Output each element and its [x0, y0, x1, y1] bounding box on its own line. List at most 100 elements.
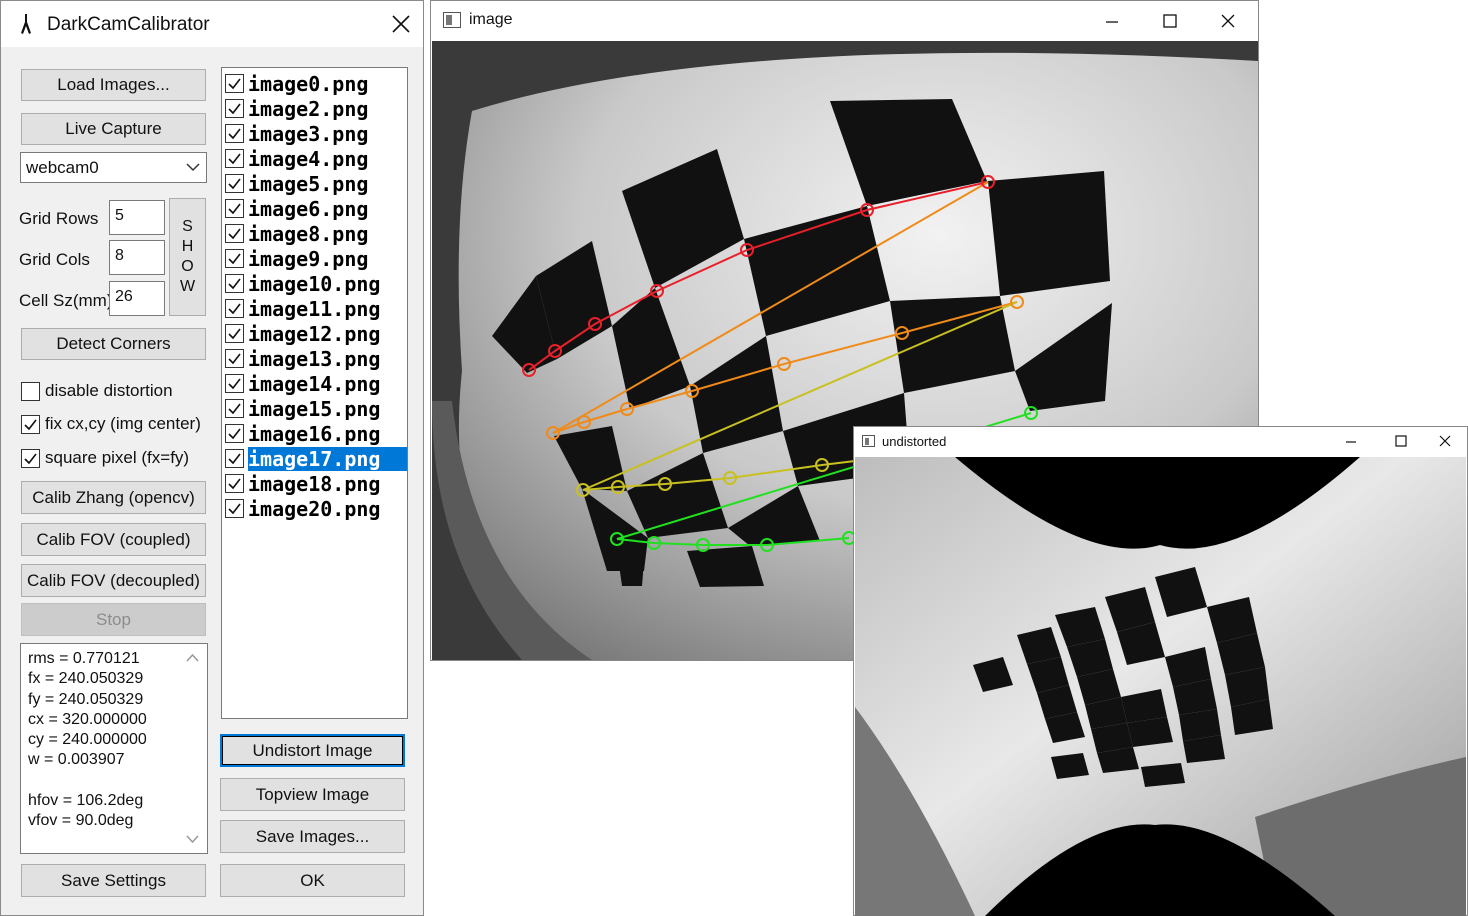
- file-list-item[interactable]: image11.png: [225, 296, 407, 321]
- checkbox-checked[interactable]: [225, 349, 244, 368]
- file-list-item[interactable]: image0.png: [225, 71, 407, 96]
- file-name: image9.png: [248, 246, 369, 271]
- minimize-icon[interactable]: [1344, 434, 1358, 448]
- calib-zhang-button[interactable]: Calib Zhang (opencv): [21, 481, 206, 514]
- file-list-item[interactable]: image15.png: [225, 396, 407, 421]
- file-list-item[interactable]: image6.png: [225, 196, 407, 221]
- checkmark-icon: [228, 503, 241, 515]
- results-scrollbar[interactable]: [179, 644, 207, 853]
- checkbox-checked[interactable]: [225, 424, 244, 443]
- square-pixel-checkbox[interactable]: square pixel (fx=fy): [21, 448, 189, 468]
- file-list-item[interactable]: image20.png: [225, 496, 407, 521]
- result-line: vfov = 90.0deg: [28, 812, 134, 830]
- checkbox-checked[interactable]: [225, 174, 244, 193]
- ok-button[interactable]: OK: [220, 864, 405, 897]
- checkmark-icon: [228, 353, 241, 365]
- checkbox-checked[interactable]: [225, 124, 244, 143]
- checkbox-checked[interactable]: [225, 449, 244, 468]
- detect-corners-button[interactable]: Detect Corners: [21, 328, 206, 360]
- file-name: image11.png: [248, 296, 381, 321]
- file-list-item[interactable]: image16.png: [225, 421, 407, 446]
- file-list-item[interactable]: image13.png: [225, 346, 407, 371]
- camera-select[interactable]: webcam0: [20, 152, 207, 183]
- checkbox-checked[interactable]: [225, 374, 244, 393]
- file-name: image10.png: [248, 271, 381, 296]
- maximize-icon[interactable]: [1394, 434, 1408, 448]
- cell-size-input[interactable]: 26: [109, 281, 165, 316]
- image-file-list[interactable]: image0.png image2.png image3.png image4.png…: [221, 67, 408, 719]
- image-window-title: image: [469, 11, 513, 28]
- file-name: image14.png: [248, 371, 381, 396]
- file-list-item[interactable]: image5.png: [225, 171, 407, 196]
- file-list-item[interactable]: image18.png: [225, 471, 407, 496]
- save-images-button[interactable]: Save Images...: [220, 820, 405, 853]
- undistorted-window: undistorted: [853, 426, 1468, 916]
- result-line: fx = 240.050329: [28, 670, 144, 688]
- close-icon[interactable]: [1219, 12, 1237, 30]
- file-list-item[interactable]: image8.png: [225, 221, 407, 246]
- grid-rows-input[interactable]: 5: [109, 200, 165, 235]
- close-icon[interactable]: [389, 12, 413, 36]
- file-name: image18.png: [248, 471, 381, 496]
- calib-fov-coupled-button[interactable]: Calib FOV (coupled): [21, 523, 206, 556]
- checkbox-checked[interactable]: [225, 499, 244, 518]
- scroll-up-icon[interactable]: [186, 653, 199, 662]
- file-list-item[interactable]: image12.png: [225, 321, 407, 346]
- file-list-item[interactable]: image14.png: [225, 371, 407, 396]
- checkbox-checked[interactable]: [21, 448, 40, 468]
- checkmark-icon: [228, 253, 241, 265]
- checkbox-checked[interactable]: [225, 399, 244, 418]
- undistort-image-button[interactable]: Undistort Image: [220, 734, 405, 767]
- live-capture-button[interactable]: Live Capture: [21, 113, 206, 145]
- file-name: image17.png: [248, 446, 407, 471]
- save-settings-button[interactable]: Save Settings: [21, 864, 206, 897]
- scroll-down-icon[interactable]: [186, 835, 199, 844]
- checkbox-checked[interactable]: [225, 299, 244, 318]
- results-textbox[interactable]: rms = 0.770121 fx = 240.050329 fy = 240.…: [20, 643, 208, 854]
- result-line: rms = 0.770121: [28, 650, 140, 667]
- load-images-button[interactable]: Load Images...: [21, 69, 206, 101]
- checkbox-checked[interactable]: [225, 74, 244, 93]
- checkbox-checked[interactable]: [225, 274, 244, 293]
- grid-cols-input[interactable]: 8: [109, 240, 165, 275]
- maximize-icon[interactable]: [1161, 12, 1179, 30]
- dialog-titlebar[interactable]: DarkCamCalibrator: [1, 1, 423, 47]
- calib-fov-decoupled-button[interactable]: Calib FOV (decoupled): [21, 564, 206, 597]
- checkbox-checked[interactable]: [225, 474, 244, 493]
- window-icon: [443, 12, 461, 28]
- file-name: image4.png: [248, 146, 369, 171]
- show-letter: O: [181, 258, 194, 275]
- file-name: image6.png: [248, 196, 369, 221]
- undistorted-window-titlebar[interactable]: undistorted: [854, 427, 1467, 457]
- file-list-item[interactable]: image3.png: [225, 121, 407, 146]
- checkbox-checked[interactable]: [225, 99, 244, 118]
- checkbox-unchecked[interactable]: [21, 381, 40, 401]
- result-line: fy = 240.050329: [28, 690, 144, 708]
- checkmark-icon: [228, 203, 241, 215]
- show-grid-button[interactable]: S H O W: [169, 198, 206, 316]
- grid-rows-label: Grid Rows: [19, 209, 99, 228]
- checkmark-icon: [228, 128, 241, 140]
- checkbox-checked[interactable]: [225, 149, 244, 168]
- checkbox-checked[interactable]: [225, 224, 244, 243]
- checkmark-icon: [228, 403, 241, 415]
- fix-center-checkbox[interactable]: fix cx,cy (img center): [21, 414, 201, 434]
- file-list-item[interactable]: image4.png: [225, 146, 407, 171]
- checkmark-icon: [24, 419, 37, 430]
- image-window-titlebar[interactable]: image: [431, 1, 1258, 41]
- undistorted-frame-image[interactable]: [855, 457, 1466, 916]
- stop-button[interactable]: Stop: [21, 603, 206, 636]
- topview-image-button[interactable]: Topview Image: [220, 778, 405, 811]
- file-list-item[interactable]: image9.png: [225, 246, 407, 271]
- file-list-item[interactable]: image17.png: [225, 446, 407, 471]
- checkbox-checked[interactable]: [225, 324, 244, 343]
- checkbox-checked[interactable]: [225, 199, 244, 218]
- close-icon[interactable]: [1438, 434, 1452, 448]
- file-list-item[interactable]: image10.png: [225, 271, 407, 296]
- file-list-item[interactable]: image2.png: [225, 96, 407, 121]
- checkbox-checked[interactable]: [21, 414, 40, 434]
- minimize-icon[interactable]: [1103, 12, 1121, 30]
- disable-distortion-checkbox[interactable]: disable distortion: [21, 381, 173, 401]
- file-name: image8.png: [248, 221, 369, 246]
- checkbox-checked[interactable]: [225, 249, 244, 268]
